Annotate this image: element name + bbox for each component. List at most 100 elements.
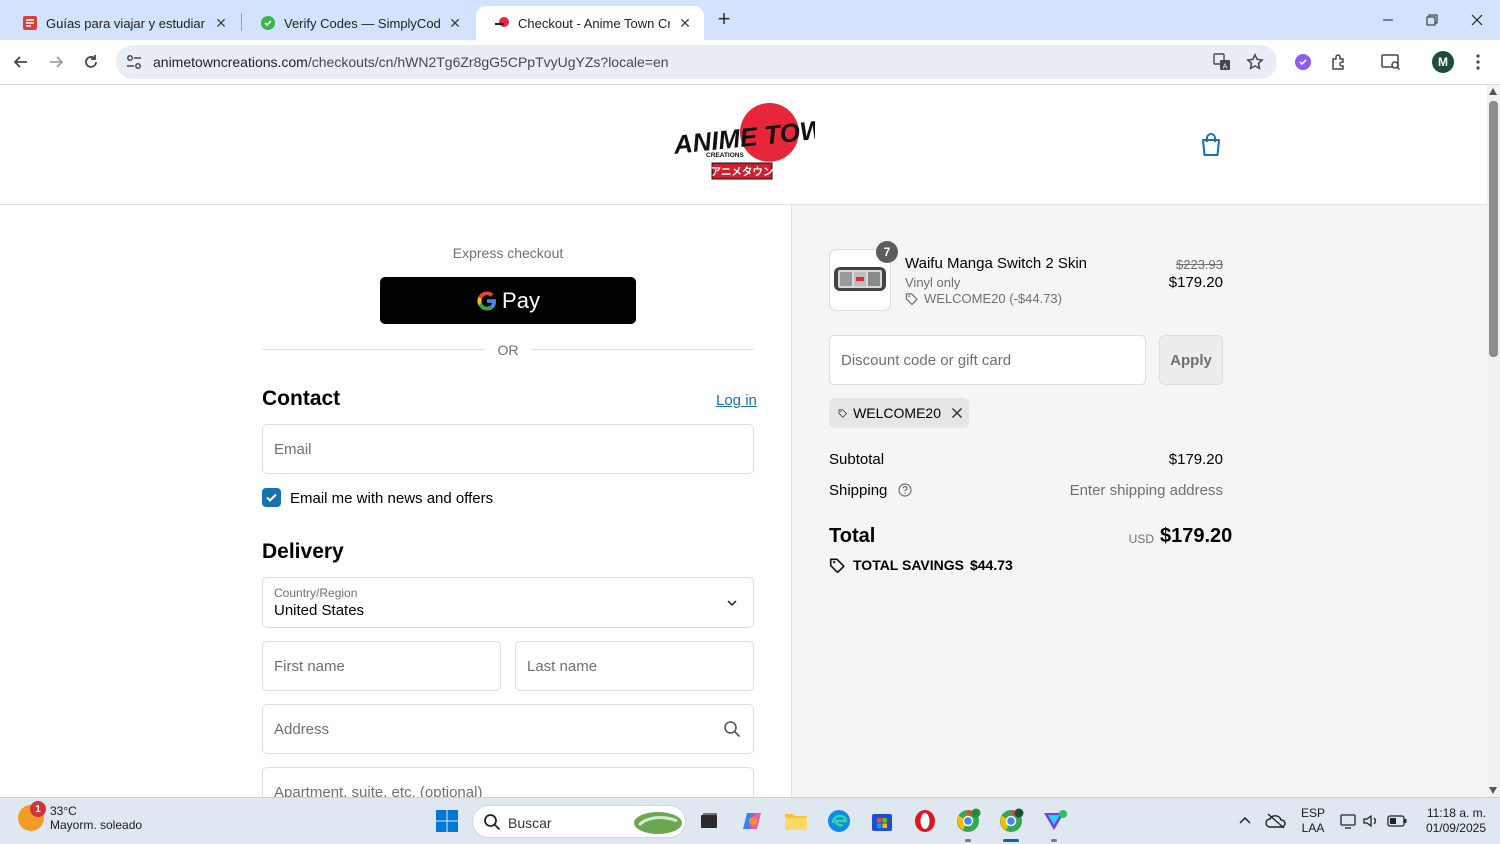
apply-button[interactable]: Apply xyxy=(1159,335,1223,385)
subtotal-value: $179.20 xyxy=(1168,451,1223,468)
shopping-bag-icon[interactable] xyxy=(1198,132,1224,158)
new-tab-button[interactable]: + xyxy=(712,8,736,32)
site-settings-icon[interactable] xyxy=(125,53,143,76)
extensions-puzzle-icon[interactable] xyxy=(1325,48,1353,76)
page-scrollbar[interactable] xyxy=(1487,85,1500,797)
discount-placeholder: Discount code or gift card xyxy=(841,352,1012,369)
scroll-down-arrow-icon[interactable] xyxy=(1489,787,1497,794)
anime-town-favicon-icon xyxy=(494,15,510,31)
tab-search-icon[interactable] xyxy=(1377,48,1405,76)
express-checkout-title: Express checkout xyxy=(452,245,564,261)
onedrive-offline-icon[interactable] xyxy=(1261,806,1291,836)
scroll-up-arrow-icon[interactable] xyxy=(1489,88,1497,95)
system-clock[interactable]: 11:18 a. m. 01/09/2025 xyxy=(1420,806,1486,836)
battery-icon[interactable] xyxy=(1382,806,1412,836)
simplycodes-favicon-icon xyxy=(260,15,276,31)
product-variant: Vinyl only xyxy=(905,275,961,290)
shipping-label: Shipping xyxy=(829,482,888,499)
total-value: $179.20 xyxy=(1160,525,1233,547)
extension-simplycodes-icon[interactable] xyxy=(1289,48,1317,76)
address-bar[interactable]: animetowncreations.com/checkouts/cn/hWN2… xyxy=(116,45,1277,79)
weather-widget[interactable]: 1 33°C Mayorm. soleado xyxy=(18,801,142,832)
newsletter-checkbox[interactable] xyxy=(262,488,281,507)
total-currency: USD xyxy=(1128,532,1154,546)
email-field[interactable]: Email xyxy=(262,424,754,474)
minimize-button[interactable] xyxy=(1366,6,1410,34)
discount-code-input[interactable]: Discount code or gift card xyxy=(829,335,1146,385)
windows-start-icon[interactable] xyxy=(432,806,462,836)
scrollbar-thumb[interactable] xyxy=(1489,101,1498,357)
remove-discount-icon[interactable] xyxy=(951,407,969,419)
app-triangle-icon[interactable] xyxy=(1040,806,1070,836)
clock-date: 01/09/2025 xyxy=(1425,821,1486,835)
savings-label: TOTAL SAVINGS xyxy=(853,557,964,573)
logo-jp-text: アニメタウン xyxy=(711,166,774,178)
file-explorer-icon[interactable] xyxy=(781,806,811,836)
language-bottom: LAA xyxy=(1301,821,1325,835)
help-circle-icon[interactable] xyxy=(897,483,912,501)
tab-guias[interactable]: Guías para viajar y estudiar en M ✕ xyxy=(4,6,240,40)
chrome-profile-a-icon[interactable] xyxy=(953,806,983,836)
tag-icon xyxy=(905,293,918,305)
opera-browser-icon[interactable] xyxy=(910,806,940,836)
language-indicator[interactable]: ESP LAA xyxy=(1296,806,1330,836)
close-tab-icon[interactable]: ✕ xyxy=(212,14,230,32)
tab-title: Verify Codes — SimplyCodes xyxy=(284,15,440,31)
reload-button[interactable] xyxy=(77,48,105,76)
copilot-icon[interactable] xyxy=(738,806,768,836)
windows-taskbar: 1 33°C Mayorm. soleado Buscar ESP LAA 11… xyxy=(0,797,1500,844)
tab-title: Guías para viajar y estudiar en M xyxy=(46,15,206,31)
taskbar-search-box[interactable]: Buscar xyxy=(472,805,686,838)
browser-tabstrip: Guías para viajar y estudiar en M ✕ Veri… xyxy=(0,0,1500,40)
country-value: United States xyxy=(274,602,365,619)
product-discount-text: WELCOME20 (-$44.73) xyxy=(924,291,1062,306)
original-price: $223.93 xyxy=(1176,257,1223,272)
back-button[interactable] xyxy=(7,48,35,76)
tab-title: Checkout - Anime Town Creatio xyxy=(518,15,670,31)
anime-town-logo[interactable]: ANIME TOWN CREATIONS アニメタウン xyxy=(670,103,846,185)
checkmark-icon xyxy=(266,493,277,502)
url-host: animetowncreations.com xyxy=(153,54,308,70)
email-placeholder: Email xyxy=(274,441,312,458)
guias-favicon-icon xyxy=(22,15,38,31)
shipping-row: Shipping Enter shipping address xyxy=(829,482,1223,501)
close-window-button[interactable] xyxy=(1455,6,1499,34)
newsletter-label: Email me with news and offers xyxy=(290,490,494,507)
tab-simplycodes[interactable]: Verify Codes — SimplyCodes ✕ xyxy=(242,6,474,40)
menu-kebab-icon[interactable] xyxy=(1464,48,1492,76)
log-in-link[interactable]: Log in xyxy=(716,392,757,409)
total-label: Total xyxy=(829,525,876,547)
google-g-icon xyxy=(476,290,498,312)
microsoft-store-icon[interactable] xyxy=(867,806,897,836)
profile-avatar[interactable]: M xyxy=(1429,48,1457,76)
forward-button[interactable] xyxy=(42,48,70,76)
search-highlight-icon xyxy=(633,809,683,840)
address-field[interactable]: Address xyxy=(262,704,754,754)
close-tab-icon[interactable]: ✕ xyxy=(676,14,694,32)
tag-icon xyxy=(838,409,847,418)
bookmark-star-icon[interactable] xyxy=(1246,53,1264,76)
close-tab-icon[interactable]: ✕ xyxy=(446,14,464,32)
task-view-icon[interactable] xyxy=(694,806,724,836)
translate-icon[interactable]: A xyxy=(1213,53,1231,76)
show-hidden-icons-chevron-up-icon[interactable] xyxy=(1230,806,1260,836)
tab-checkout[interactable]: Checkout - Anime Town Creatio ✕ xyxy=(476,6,704,40)
checkout-page: ANIME TOWN CREATIONS アニメタウン Express chec… xyxy=(0,85,1487,797)
applied-discount-chip: WELCOME20 xyxy=(829,398,969,428)
search-icon xyxy=(723,720,741,738)
logo-sub-text: CREATIONS xyxy=(706,152,744,159)
delivery-heading: Delivery xyxy=(262,540,344,563)
clock-time: 11:18 a. m. xyxy=(1426,806,1486,820)
edge-browser-icon[interactable] xyxy=(824,806,854,836)
tag-icon xyxy=(829,558,845,573)
google-pay-button[interactable]: Pay xyxy=(380,277,636,324)
product-discount: WELCOME20 (-$44.73) xyxy=(905,291,1062,306)
chrome-profile-m-icon[interactable] xyxy=(996,806,1026,836)
or-divider: OR xyxy=(262,340,754,360)
first-name-field[interactable]: First name xyxy=(262,641,501,691)
apartment-field[interactable]: Apartment, suite, etc. (optional) xyxy=(262,767,754,797)
last-name-field[interactable]: Last name xyxy=(515,641,754,691)
country-select[interactable]: Country/Region United States xyxy=(262,577,754,628)
restore-button[interactable] xyxy=(1410,6,1454,34)
total-savings: TOTAL SAVINGS $44.73 xyxy=(829,557,1013,573)
